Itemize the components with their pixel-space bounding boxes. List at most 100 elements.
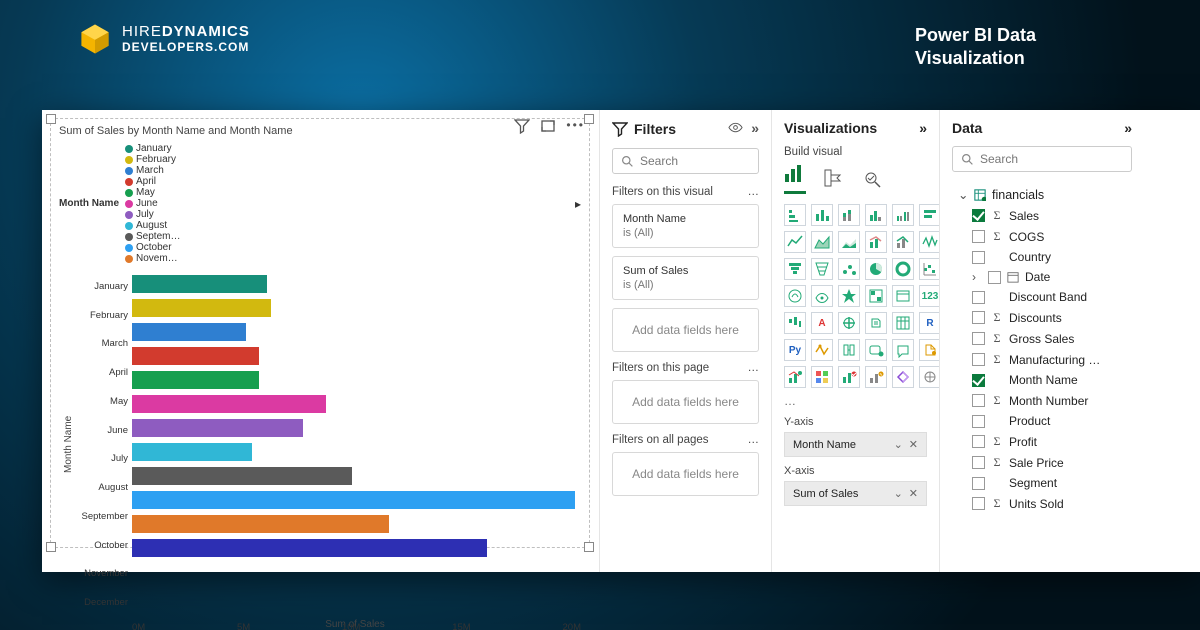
- visual-type-icon[interactable]: [811, 231, 833, 253]
- checkbox[interactable]: [972, 456, 985, 469]
- resize-handle[interactable]: [46, 542, 56, 552]
- bar[interactable]: [132, 299, 271, 317]
- filters-search[interactable]: Search: [612, 148, 759, 174]
- visual-type-icon[interactable]: [919, 204, 940, 226]
- field-node[interactable]: ΣMonth Number: [952, 390, 1132, 411]
- visual-type-icon[interactable]: [838, 312, 860, 334]
- legend-item[interactable]: February: [125, 154, 180, 165]
- xaxis-well[interactable]: Sum of Sales ⌄ ✕: [784, 481, 927, 506]
- legend-item[interactable]: Novem…: [125, 253, 180, 264]
- visual-type-icon[interactable]: [892, 204, 914, 226]
- visual-type-icon[interactable]: [784, 312, 806, 334]
- visual-type-icon[interactable]: [892, 231, 914, 253]
- grid-more-icon[interactable]: …: [784, 394, 927, 408]
- bar[interactable]: [132, 323, 246, 341]
- checkbox[interactable]: [972, 353, 985, 366]
- visual-type-icon[interactable]: [784, 366, 806, 388]
- legend-item[interactable]: March: [125, 165, 180, 176]
- visual-type-icon[interactable]: [838, 339, 860, 361]
- checkbox[interactable]: [972, 497, 985, 510]
- field-node[interactable]: ΣDiscounts: [952, 307, 1132, 328]
- visual-type-icon[interactable]: [811, 258, 833, 280]
- visual-type-icon[interactable]: [865, 204, 887, 226]
- field-node[interactable]: Segment: [952, 473, 1132, 493]
- checkbox[interactable]: [972, 332, 985, 345]
- visual-type-icon[interactable]: [811, 366, 833, 388]
- visual-type-icon[interactable]: [865, 258, 887, 280]
- remove-icon[interactable]: ✕: [909, 487, 918, 500]
- bar[interactable]: [132, 275, 267, 293]
- visual-type-icon[interactable]: [784, 231, 806, 253]
- checkbox[interactable]: [972, 394, 985, 407]
- section-more-icon[interactable]: …: [748, 434, 760, 446]
- visual-type-icon[interactable]: [784, 285, 806, 307]
- filter-dropzone[interactable]: Add data fields here: [612, 452, 759, 496]
- visual-type-icon[interactable]: R: [919, 312, 940, 334]
- bar[interactable]: [132, 347, 259, 365]
- chevron-down-icon[interactable]: ⌄: [894, 487, 903, 500]
- resize-handle[interactable]: [584, 114, 594, 124]
- filter-dropzone[interactable]: Add data fields here: [612, 308, 759, 352]
- bar[interactable]: [132, 539, 487, 557]
- legend-item[interactable]: May: [125, 187, 180, 198]
- visual-type-icon[interactable]: [811, 204, 833, 226]
- filter-dropzone[interactable]: Add data fields here: [612, 380, 759, 424]
- filter-card[interactable]: Month Name is (All): [612, 204, 759, 248]
- field-node[interactable]: Month Name: [952, 370, 1132, 390]
- visual-type-icon[interactable]: [865, 285, 887, 307]
- checkbox[interactable]: [972, 435, 985, 448]
- eye-icon[interactable]: [728, 120, 743, 138]
- checkbox[interactable]: [972, 291, 985, 304]
- chevron-down-icon[interactable]: ⌄: [894, 438, 903, 451]
- checkbox[interactable]: [972, 251, 985, 264]
- collapse-icon[interactable]: »: [1124, 120, 1132, 136]
- checkbox[interactable]: [972, 374, 985, 387]
- visual-type-icon[interactable]: [919, 231, 940, 253]
- visual-type-icon[interactable]: [919, 258, 940, 280]
- visual-type-icon[interactable]: [811, 285, 833, 307]
- bar[interactable]: [132, 395, 326, 413]
- field-node[interactable]: ΣCOGS: [952, 226, 1132, 247]
- field-node[interactable]: ΣGross Sales: [952, 328, 1132, 349]
- visual-type-icon[interactable]: [892, 312, 914, 334]
- field-node[interactable]: ΣSales: [952, 205, 1132, 226]
- visual-type-icon[interactable]: 123: [919, 285, 940, 307]
- visual-type-icon[interactable]: [838, 204, 860, 226]
- remove-icon[interactable]: ✕: [909, 438, 918, 451]
- format-visual-icon[interactable]: [822, 167, 844, 192]
- visual-type-icon[interactable]: [892, 285, 914, 307]
- visual-container[interactable]: Sum of Sales by Month Name and Month Nam…: [50, 118, 590, 548]
- yaxis-well[interactable]: Month Name ⌄ ✕: [784, 432, 927, 457]
- visual-type-icon[interactable]: [865, 231, 887, 253]
- legend-item[interactable]: July: [125, 209, 180, 220]
- analytics-icon[interactable]: [860, 167, 882, 192]
- collapse-icon[interactable]: »: [919, 120, 927, 136]
- checkbox[interactable]: [972, 230, 985, 243]
- bar[interactable]: [132, 443, 252, 461]
- section-more-icon[interactable]: …: [748, 186, 760, 198]
- resize-handle[interactable]: [46, 114, 56, 124]
- checkbox[interactable]: [988, 271, 1001, 284]
- visual-type-icon[interactable]: [838, 231, 860, 253]
- checkbox[interactable]: [972, 415, 985, 428]
- legend-item[interactable]: April: [125, 176, 180, 187]
- legend-item[interactable]: January: [125, 143, 180, 154]
- collapse-icon[interactable]: »: [751, 120, 759, 138]
- filter-card[interactable]: Sum of Sales is (All): [612, 256, 759, 300]
- build-visual-icon[interactable]: [784, 164, 806, 194]
- visual-type-icon[interactable]: [892, 339, 914, 361]
- bar[interactable]: [132, 467, 352, 485]
- section-more-icon[interactable]: …: [748, 362, 760, 374]
- field-node[interactable]: ΣSale Price: [952, 452, 1132, 473]
- resize-handle[interactable]: [584, 542, 594, 552]
- field-node[interactable]: ΣProfit: [952, 431, 1132, 452]
- bar[interactable]: [132, 371, 259, 389]
- checkbox[interactable]: [972, 311, 985, 324]
- visual-type-icon[interactable]: ✎: [865, 366, 887, 388]
- field-node[interactable]: Discount Band: [952, 287, 1132, 307]
- checkbox[interactable]: [972, 477, 985, 490]
- legend-scroll-icon[interactable]: ▸: [575, 197, 581, 211]
- visual-type-icon[interactable]: [919, 366, 940, 388]
- data-search[interactable]: Search: [952, 146, 1132, 172]
- visual-type-icon[interactable]: [838, 285, 860, 307]
